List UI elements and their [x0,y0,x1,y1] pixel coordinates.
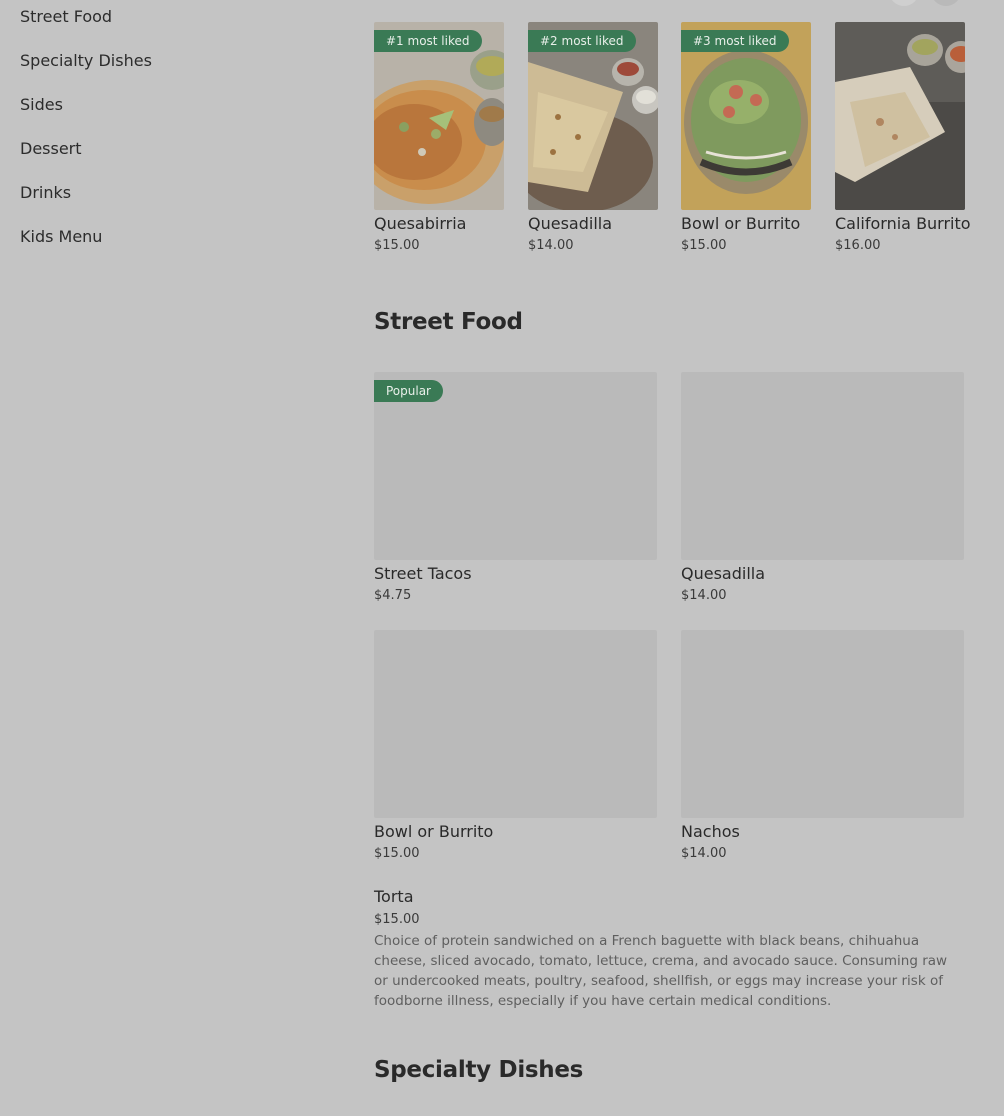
menu-item-card[interactable]: Quesadilla $14.00 [681,372,964,603]
item-name: California Burrito [835,214,971,233]
rank-badge: #1 most liked [374,30,482,52]
item-description: Choice of protein sandwiched on a French… [374,933,948,1009]
rank-badge: #2 most liked [528,30,636,52]
item-price: $15.00 [374,912,420,927]
item-price: $14.00 [681,846,727,861]
item-photo-placeholder [374,630,657,818]
featured-item-card[interactable]: #2 most liked Quesadilla $14.00 [528,22,658,253]
popular-badge: Popular [374,380,443,402]
menu-item-card[interactable]: Nachos $14.00 [681,630,964,861]
item-price: $14.00 [681,588,727,603]
sidebar-item-kids-menu[interactable]: Kids Menu [20,227,102,246]
featured-item-card[interactable]: #3 most liked Bowl or Burrito $15.00 [681,22,811,253]
rank-badge: #3 most liked [681,30,789,52]
sidebar-item-street-food[interactable]: Street Food [20,7,112,26]
sidebar-item-dessert[interactable]: Dessert [20,139,82,158]
sidebar-item-drinks[interactable]: Drinks [20,183,71,202]
item-price: $15.00 [374,846,420,861]
item-price: $15.00 [374,238,420,253]
california-burrito-photo [835,22,965,210]
quesabirria-photo: #1 most liked [374,22,504,210]
item-name: Bowl or Burrito [374,822,494,841]
section-title-specialty-dishes: Specialty Dishes [374,1057,584,1083]
carousel-next-button[interactable] [931,0,961,6]
quesadilla-photo: #2 most liked [528,22,658,210]
item-price: $16.00 [835,238,881,253]
bowl-or-burrito-photo: #3 most liked [681,22,811,210]
featured-item-card[interactable]: California Burrito $16.00 [835,22,971,253]
menu-item-text-card[interactable]: Torta $15.00 Choice of protein sandwiche… [374,887,964,1011]
item-photo-placeholder [681,372,964,560]
item-name: Torta [374,887,414,906]
item-name: Street Tacos [374,564,472,583]
item-name: Quesadilla [528,214,613,233]
menu-page: Street Food Specialty Dishes Sides Desse… [0,0,1004,1116]
sidebar-item-sides[interactable]: Sides [20,95,63,114]
menu-item-card[interactable]: Popular Street Tacos $4.75 [374,372,657,603]
menu-item-card[interactable]: Bowl or Burrito $15.00 [374,630,657,861]
item-price: $15.00 [681,238,727,253]
item-price: $4.75 [374,588,412,603]
item-photo-placeholder: Popular [374,372,657,560]
section-title-street-food: Street Food [374,309,523,335]
item-name: Nachos [681,822,740,841]
item-name: Bowl or Burrito [681,214,801,233]
item-photo-placeholder [681,630,964,818]
item-name: Quesabirria [374,214,467,233]
item-price: $14.00 [528,238,574,253]
featured-item-card[interactable]: #1 most liked Quesabirria $15.00 [374,22,504,253]
sidebar-item-specialty-dishes[interactable]: Specialty Dishes [20,51,152,70]
item-name: Quesadilla [681,564,766,583]
carousel-prev-button[interactable] [889,0,919,6]
